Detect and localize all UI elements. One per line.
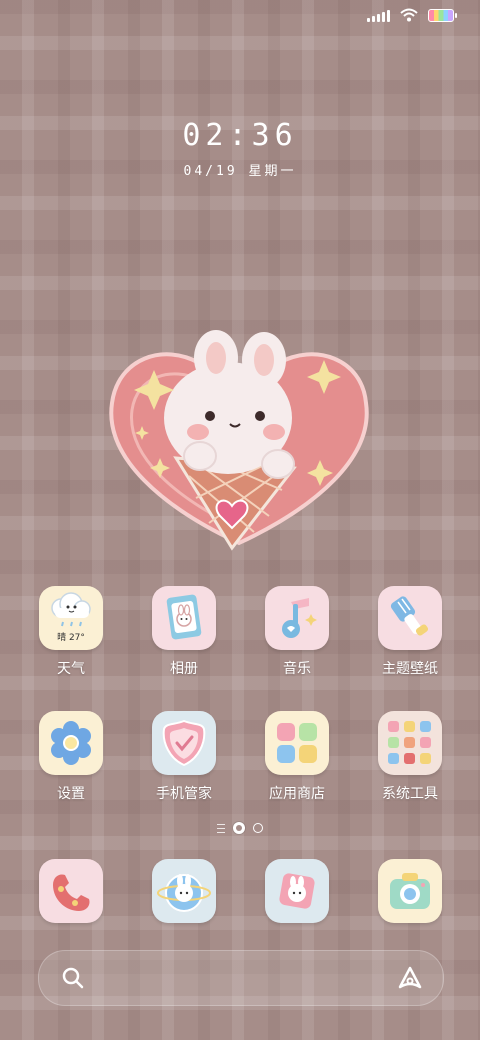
signal-bars-icon xyxy=(367,9,390,22)
assistant-icon[interactable] xyxy=(397,965,423,991)
app-themes[interactable]: 主题壁纸 xyxy=(360,586,460,678)
dock-phone[interactable] xyxy=(21,859,121,923)
app-weather[interactable]: 晴 27° 天气 xyxy=(21,586,121,678)
search-bar[interactable] xyxy=(38,950,444,1006)
clock-date[interactable]: 04/19 星期一 xyxy=(0,160,480,179)
app-gallery[interactable]: 相册 xyxy=(134,586,234,678)
app-label: 设置 xyxy=(57,786,85,802)
app-store-grid-icon[interactable] xyxy=(265,711,329,775)
dock-camera[interactable] xyxy=(360,859,460,923)
bunny-ice-cream-illustration xyxy=(109,330,369,551)
messages-bunny-icon[interactable] xyxy=(265,859,329,923)
app-label: 系统工具 xyxy=(382,786,438,802)
page-dot[interactable] xyxy=(253,823,263,833)
wifi-icon xyxy=(400,8,418,22)
app-label: 主题壁纸 xyxy=(382,661,438,677)
page-indicator-list-icon[interactable] xyxy=(217,823,225,833)
app-phone-manager[interactable]: 手机管家 xyxy=(134,711,234,803)
weather-cloud-icon[interactable]: 晴 27° xyxy=(39,586,103,650)
music-note-icon[interactable] xyxy=(265,586,329,650)
page-dot-active[interactable] xyxy=(233,822,245,834)
page-indicator[interactable] xyxy=(0,822,480,834)
dock-messages[interactable] xyxy=(247,859,347,923)
gear-flower-icon[interactable] xyxy=(39,711,103,775)
system-tools-folder-icon[interactable] xyxy=(378,711,442,775)
photo-album-bunny-icon[interactable] xyxy=(152,586,216,650)
app-music[interactable]: 音乐 xyxy=(247,586,347,678)
app-label: 应用商店 xyxy=(269,786,325,802)
browser-bunny-icon[interactable] xyxy=(152,859,216,923)
app-system-tools[interactable]: 系统工具 xyxy=(360,711,460,803)
phone-icon[interactable] xyxy=(39,859,103,923)
rainbow-battery-icon xyxy=(428,8,457,22)
app-settings[interactable]: 设置 xyxy=(21,711,121,803)
clock-time[interactable]: 02:36 xyxy=(0,118,480,153)
paint-brush-icon[interactable] xyxy=(378,586,442,650)
app-label: 天气 xyxy=(57,661,85,677)
app-store[interactable]: 应用商店 xyxy=(247,711,347,803)
weather-badge: 晴 27° xyxy=(57,633,85,643)
app-label: 音乐 xyxy=(283,661,311,677)
app-label: 相册 xyxy=(170,661,198,677)
camera-icon[interactable] xyxy=(378,859,442,923)
search-icon[interactable] xyxy=(61,966,85,990)
app-label: 手机管家 xyxy=(156,786,212,802)
shield-check-icon[interactable] xyxy=(152,711,216,775)
status-bar xyxy=(367,8,457,22)
dock-browser[interactable] xyxy=(134,859,234,923)
